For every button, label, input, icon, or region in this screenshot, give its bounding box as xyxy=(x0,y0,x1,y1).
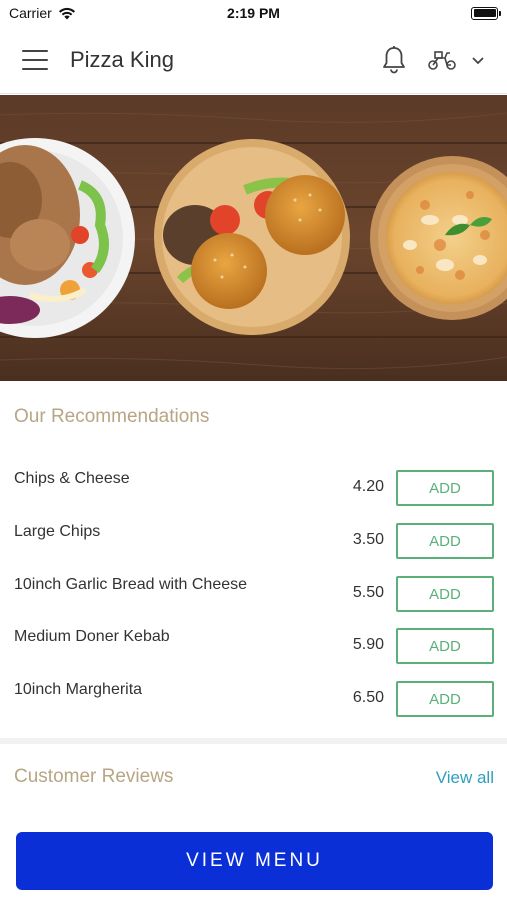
chevron-down-icon xyxy=(472,56,484,64)
add-button[interactable]: ADD xyxy=(396,628,494,664)
item-price: 5.90 xyxy=(352,636,384,653)
wifi-icon xyxy=(58,7,75,19)
notification-button[interactable] xyxy=(381,45,407,75)
item-name: Medium Doner Kebab xyxy=(14,628,170,645)
bell-icon xyxy=(383,45,405,73)
carrier-label: Carrier xyxy=(9,5,52,21)
item-price: 4.20 xyxy=(352,478,384,495)
app-header: Pizza King xyxy=(0,26,507,94)
section-divider xyxy=(0,738,507,744)
recommendation-item: Medium Doner Kebab 5.90 ADD xyxy=(0,628,507,668)
recommendation-item: Large Chips 3.50 ADD xyxy=(0,523,507,563)
item-name: Chips & Cheese xyxy=(14,470,130,487)
recommendation-item: 10inch Garlic Bread with Cheese 5.50 ADD xyxy=(0,576,507,616)
view-all-link[interactable]: View all xyxy=(436,768,494,788)
reviews-title: Customer Reviews xyxy=(14,766,174,787)
item-price: 6.50 xyxy=(352,689,384,706)
recommendations-title: Our Recommendations xyxy=(14,406,210,427)
recommendation-item: 10inch Margherita 6.50 ADD xyxy=(0,681,507,721)
view-menu-button[interactable]: VIEW MENU xyxy=(16,832,493,890)
item-name: Large Chips xyxy=(14,523,101,540)
food-banner-image xyxy=(0,95,507,381)
app-title: Pizza King xyxy=(70,46,174,72)
battery-icon xyxy=(471,6,501,20)
burger-board xyxy=(154,139,350,335)
hamburger-icon[interactable] xyxy=(22,49,48,70)
add-button[interactable]: ADD xyxy=(396,470,494,506)
delivery-mode-selector[interactable] xyxy=(427,49,485,71)
hero-banner xyxy=(0,95,507,381)
status-bar: Carrier 2:19 PM xyxy=(0,0,507,26)
status-time: 2:19 PM xyxy=(227,5,280,21)
add-button[interactable]: ADD xyxy=(396,681,494,717)
item-name: 10inch Margherita xyxy=(14,681,143,698)
item-price: 3.50 xyxy=(352,531,384,548)
status-left: Carrier xyxy=(9,5,76,21)
add-button[interactable]: ADD xyxy=(396,576,494,612)
recommendation-item: Chips & Cheese 4.20 ADD xyxy=(0,470,507,510)
scooter-icon xyxy=(428,50,456,70)
reviews-header: Customer Reviews View all xyxy=(0,766,507,794)
item-name: 10inch Garlic Bread with Cheese xyxy=(14,576,248,593)
add-button[interactable]: ADD xyxy=(396,523,494,559)
header-actions xyxy=(381,45,485,75)
item-price: 5.50 xyxy=(352,584,384,601)
